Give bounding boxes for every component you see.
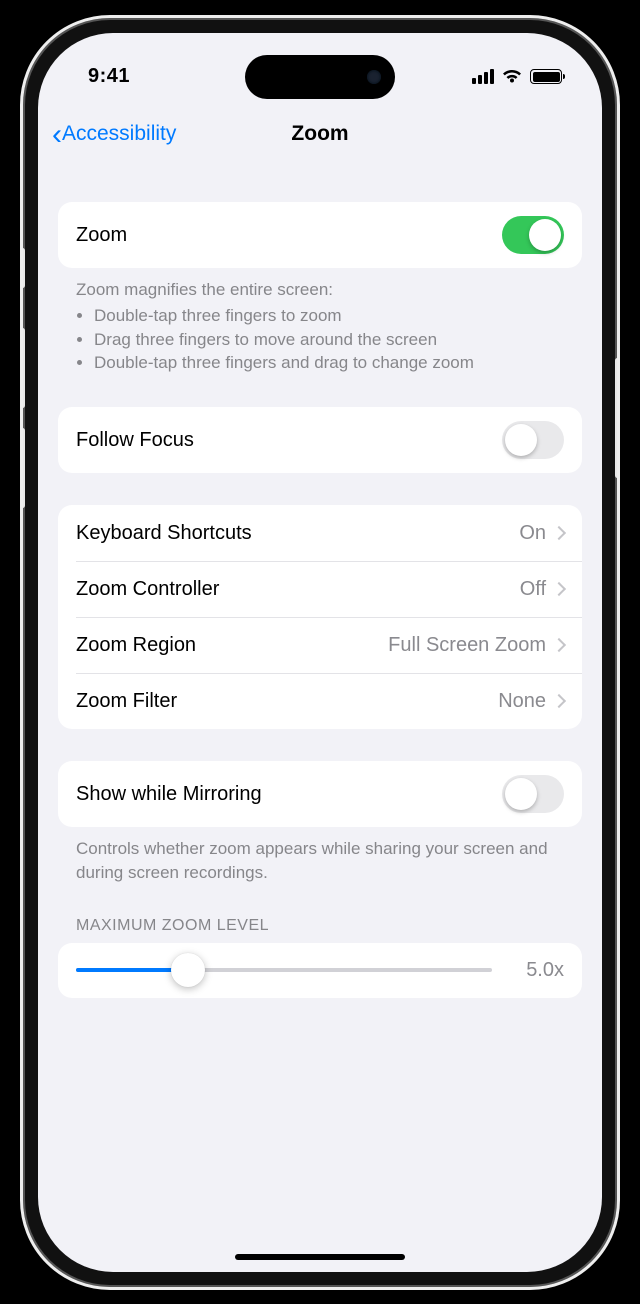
show-while-mirroring-cell[interactable]: Show while Mirroring <box>58 761 582 827</box>
max-zoom-slider-cell: 5.0x <box>58 943 582 998</box>
show-while-mirroring-label: Show while Mirroring <box>76 783 502 806</box>
volume-up-button <box>20 328 25 408</box>
dynamic-island <box>245 55 395 99</box>
zoom-controller-cell[interactable]: Zoom Controller Off <box>58 561 582 617</box>
status-time: 9:41 <box>88 65 130 88</box>
follow-focus-label: Follow Focus <box>76 429 502 452</box>
back-button[interactable]: ‹ Accessibility <box>52 122 176 146</box>
max-zoom-header: MAXIMUM ZOOM LEVEL <box>58 917 582 943</box>
slider-thumb[interactable] <box>171 953 205 987</box>
side-button <box>615 358 620 478</box>
mute-switch <box>20 248 25 288</box>
max-zoom-slider[interactable] <box>76 968 492 972</box>
chevron-right-icon <box>552 526 566 540</box>
screen: 9:41 ‹ Accessibility Zoom Zoom <box>38 33 602 1272</box>
zoom-filter-cell[interactable]: Zoom Filter None <box>58 673 582 729</box>
battery-icon <box>530 69 562 84</box>
zoom-switch[interactable] <box>502 216 564 254</box>
cellular-signal-icon <box>472 69 494 84</box>
home-indicator[interactable] <box>235 1254 405 1260</box>
zoom-label: Zoom <box>76 224 502 247</box>
chevron-right-icon <box>552 694 566 708</box>
zoom-filter-label: Zoom Filter <box>76 690 498 713</box>
follow-focus-cell[interactable]: Follow Focus <box>58 407 582 473</box>
zoom-description: Zoom magnifies the entire screen: Double… <box>58 268 582 375</box>
zoom-controller-value: Off <box>520 578 546 601</box>
zoom-region-cell[interactable]: Zoom Region Full Screen Zoom <box>58 617 582 673</box>
keyboard-shortcuts-cell[interactable]: Keyboard Shortcuts On <box>58 505 582 561</box>
volume-down-button <box>20 428 25 508</box>
keyboard-shortcuts-value: On <box>519 522 546 545</box>
phone-frame: 9:41 ‹ Accessibility Zoom Zoom <box>20 15 620 1290</box>
back-label: Accessibility <box>62 122 176 146</box>
wifi-icon <box>502 69 522 84</box>
keyboard-shortcuts-label: Keyboard Shortcuts <box>76 522 519 545</box>
zoom-region-value: Full Screen Zoom <box>388 634 546 657</box>
chevron-left-icon: ‹ <box>52 124 62 145</box>
zoom-region-label: Zoom Region <box>76 634 388 657</box>
show-while-mirroring-switch[interactable] <box>502 775 564 813</box>
chevron-right-icon <box>552 582 566 596</box>
follow-focus-switch[interactable] <box>502 421 564 459</box>
mirroring-description: Controls whether zoom appears while shar… <box>58 827 582 885</box>
navigation-bar: ‹ Accessibility Zoom <box>38 108 602 166</box>
zoom-toggle-cell[interactable]: Zoom <box>58 202 582 268</box>
max-zoom-value: 5.0x <box>512 959 564 982</box>
zoom-controller-label: Zoom Controller <box>76 578 520 601</box>
chevron-right-icon <box>552 638 566 652</box>
zoom-filter-value: None <box>498 690 546 713</box>
